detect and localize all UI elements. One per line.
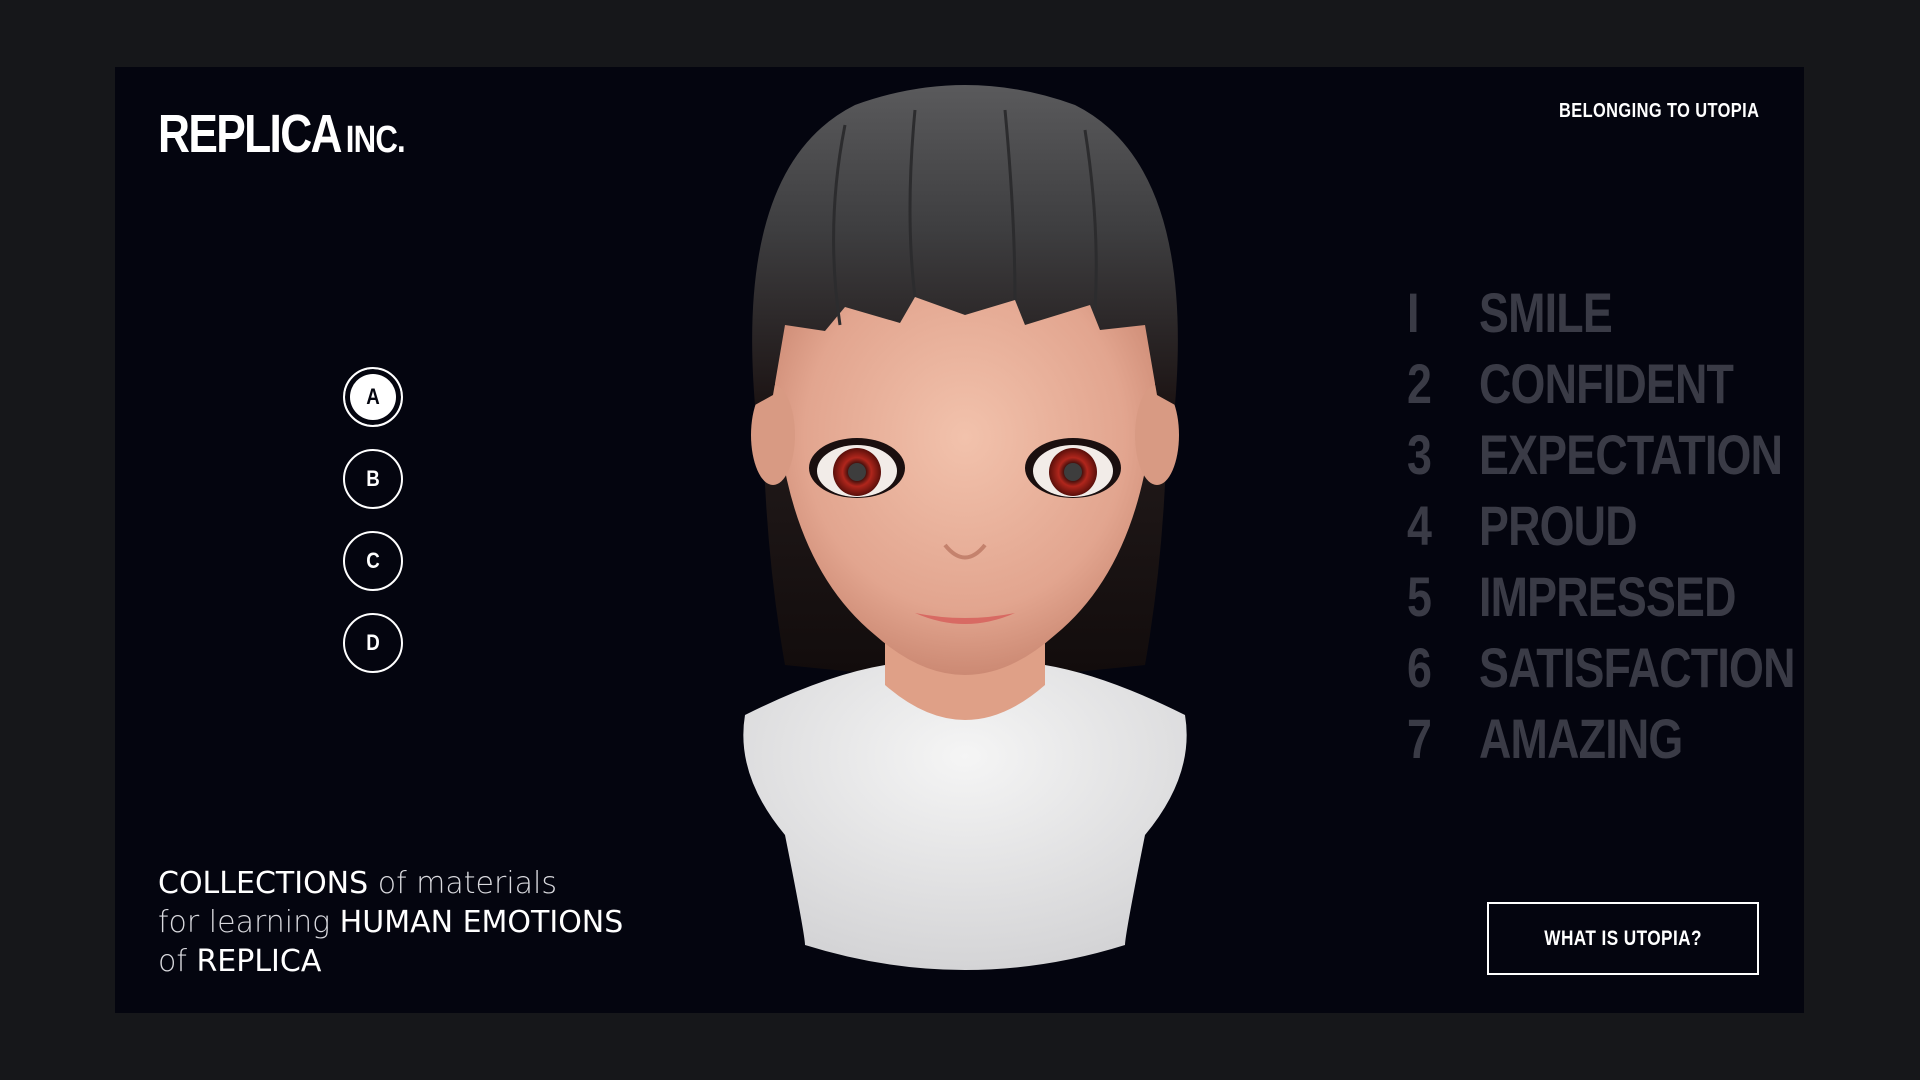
belonging-to-utopia-link[interactable]: BELONGING TO UTOPIA (1559, 100, 1759, 123)
emotion-label: AMAZING (1479, 707, 1683, 770)
hero-tagline: COLLECTIONS of materials for learning HU… (158, 864, 623, 981)
variant-selector-list: A B C D (343, 367, 403, 695)
emotion-item-amazing[interactable]: 7 AMAZING (1407, 703, 1804, 774)
cta-label: WHAT IS UTOPIA? (1544, 926, 1702, 950)
brand-name: REPLICA (158, 104, 343, 164)
variant-button-c[interactable]: C (343, 531, 403, 591)
variant-button-b[interactable]: B (343, 449, 403, 509)
emotion-item-expectation[interactable]: 3 EXPECTATION (1407, 419, 1804, 490)
emotion-number: 6 (1407, 636, 1432, 699)
emotion-item-satisfaction[interactable]: 6 SATISFACTION (1407, 632, 1804, 703)
tagline-line-3: of REPLICA (158, 942, 623, 981)
variant-button-d[interactable]: D (343, 613, 403, 673)
avatar-3d-character-image (743, 85, 1187, 970)
variant-label: C (366, 548, 380, 573)
emotion-number: 2 (1407, 352, 1432, 415)
emotion-label: EXPECTATION (1479, 423, 1783, 486)
tagline-thin: of (158, 944, 197, 979)
emotion-number: 4 (1407, 494, 1432, 557)
emotion-label: PROUD (1479, 494, 1638, 557)
emotion-label: SMILE (1479, 281, 1613, 344)
emotion-number: 7 (1407, 707, 1432, 770)
emotion-item-confident[interactable]: 2 CONFIDENT (1407, 348, 1804, 419)
emotion-number: 5 (1407, 565, 1432, 628)
tagline-strong: HUMAN EMOTIONS (339, 905, 624, 940)
tagline-line-2: for learning HUMAN EMOTIONS (158, 903, 623, 942)
variant-label: A (366, 384, 380, 409)
tagline-line-1: COLLECTIONS of materials (158, 864, 623, 903)
emotion-label: SATISFACTION (1479, 636, 1795, 699)
tagline-thin: of materials (368, 866, 558, 901)
variant-label: B (366, 466, 380, 491)
brand-logo[interactable]: REPLICA INC. (158, 103, 406, 165)
tagline-thin: for learning (158, 905, 340, 940)
brand-suffix: INC. (345, 119, 406, 161)
emotion-label: IMPRESSED (1479, 565, 1736, 628)
emotion-item-smile[interactable]: I SMILE (1407, 277, 1804, 348)
emotion-item-impressed[interactable]: 5 IMPRESSED (1407, 561, 1804, 632)
emotion-item-proud[interactable]: 4 PROUD (1407, 490, 1804, 561)
emotion-list: I SMILE 2 CONFIDENT 3 EXPECTATION 4 PROUD 5I… (1407, 277, 1804, 774)
tagline-strong: COLLECTIONS (158, 866, 369, 901)
emotion-number: I (1407, 281, 1420, 344)
what-is-utopia-button[interactable]: WHAT IS UTOPIA? (1487, 902, 1759, 975)
hero-frame: REPLICAINC. BELONGING TO UTOPIA A B C D (115, 67, 1804, 1013)
emotion-number: 3 (1407, 423, 1432, 486)
tagline-strong: REPLICA (196, 944, 322, 979)
emotion-label: CONFIDENT (1479, 352, 1734, 415)
variant-button-a[interactable]: A (343, 367, 403, 427)
variant-label: D (366, 630, 380, 655)
